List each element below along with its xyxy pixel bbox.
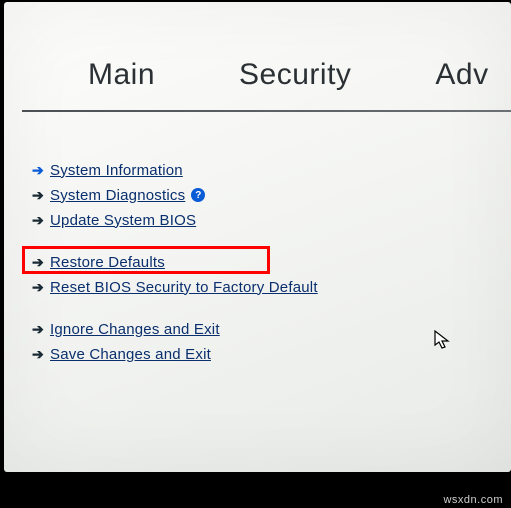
help-icon[interactable]: ? bbox=[191, 188, 205, 202]
menu-item-reset-bios-security[interactable]: ➔ Reset BIOS Security to Factory Default bbox=[28, 275, 324, 299]
arrow-icon: ➔ bbox=[32, 346, 46, 363]
arrow-icon: ➔ bbox=[32, 187, 46, 204]
menu-label: Restore Defaults bbox=[50, 254, 165, 271]
arrow-icon: ➔ bbox=[32, 212, 46, 229]
tab-security[interactable]: Security bbox=[197, 58, 393, 106]
menu-group-defaults: ➔ Restore Defaults ➔ Reset BIOS Security… bbox=[28, 250, 324, 299]
menu-item-system-diagnostics[interactable]: ➔ System Diagnostics ? bbox=[28, 183, 324, 207]
tab-main[interactable]: Main bbox=[46, 58, 197, 106]
menu-label: Save Changes and Exit bbox=[50, 346, 211, 363]
arrow-icon: ➔ bbox=[32, 162, 46, 179]
arrow-icon: ➔ bbox=[32, 321, 46, 338]
bios-main-menu: ➔ System Information ➔ System Diagnostic… bbox=[28, 158, 324, 384]
menu-label: System Diagnostics bbox=[50, 187, 185, 204]
menu-label: Ignore Changes and Exit bbox=[50, 321, 220, 338]
menu-label: Update System BIOS bbox=[50, 212, 196, 229]
tab-advanced[interactable]: Adv bbox=[393, 58, 511, 106]
menu-group-info: ➔ System Information ➔ System Diagnostic… bbox=[28, 158, 324, 232]
menu-group-exit: ➔ Ignore Changes and Exit ➔ Save Changes… bbox=[28, 317, 324, 366]
menu-item-save-changes-and-exit[interactable]: ➔ Save Changes and Exit bbox=[28, 342, 324, 366]
menu-item-restore-defaults[interactable]: ➔ Restore Defaults bbox=[28, 250, 324, 274]
menu-item-system-information[interactable]: ➔ System Information bbox=[28, 158, 324, 182]
arrow-icon: ➔ bbox=[32, 254, 46, 271]
mouse-cursor-icon bbox=[434, 330, 452, 352]
arrow-icon: ➔ bbox=[32, 279, 46, 296]
menu-label: System Information bbox=[50, 162, 183, 179]
watermark: wsxdn.com bbox=[443, 494, 503, 506]
menu-item-update-system-bios[interactable]: ➔ Update System BIOS bbox=[28, 208, 324, 232]
menu-item-ignore-changes-and-exit[interactable]: ➔ Ignore Changes and Exit bbox=[28, 317, 324, 341]
menu-label: Reset BIOS Security to Factory Default bbox=[50, 279, 318, 296]
tab-underline bbox=[22, 110, 511, 112]
bios-tab-bar: Main Security Adv bbox=[4, 2, 511, 106]
